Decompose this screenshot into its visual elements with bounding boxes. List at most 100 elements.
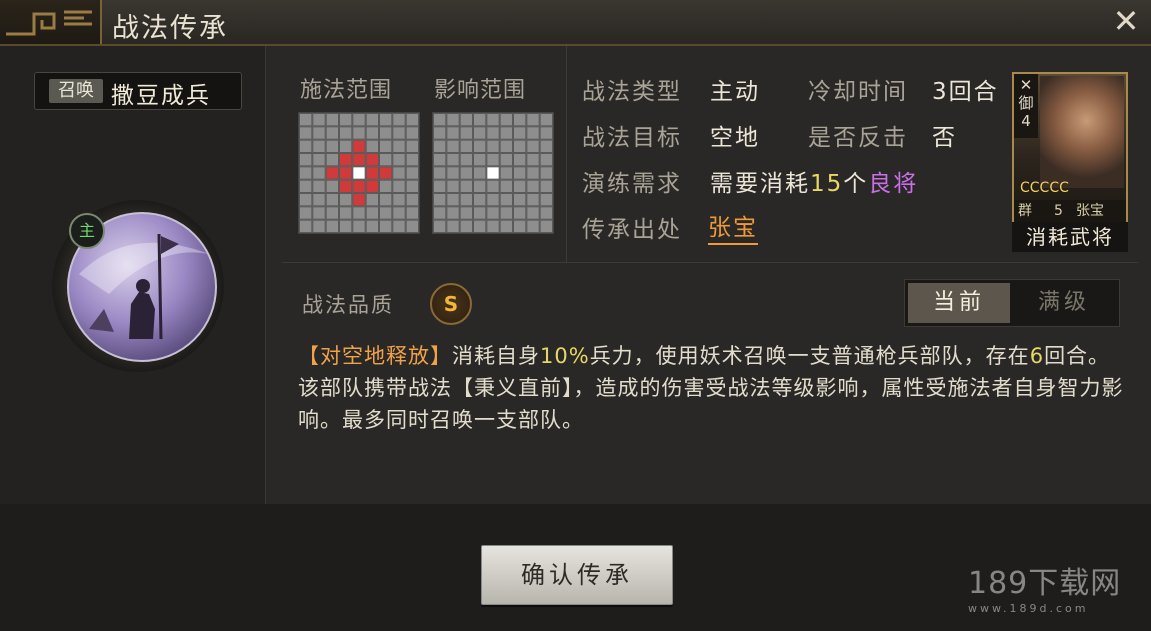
grid-cell <box>526 219 540 233</box>
grid-cell <box>299 153 313 167</box>
grid-cell <box>325 113 339 127</box>
grid-cell <box>539 166 553 180</box>
grid-cell <box>486 219 500 233</box>
grid-cell <box>473 113 487 127</box>
grid-cell <box>446 153 460 167</box>
grid-cell <box>325 219 339 233</box>
grid-cell <box>446 166 460 180</box>
title-ornament <box>0 0 102 44</box>
grid-cell <box>499 179 513 193</box>
grid-cell <box>352 153 366 167</box>
cooldown-label: 冷却时间 <box>808 79 908 105</box>
grid-cell <box>352 219 366 233</box>
grid-cell <box>433 113 447 127</box>
grid-cell <box>352 113 366 127</box>
general-portrait <box>1040 76 1124 188</box>
grid-cell <box>459 219 473 233</box>
confirm-inherit-button[interactable]: 确认传承 <box>481 545 673 605</box>
level-toggle: 当前 满级 <box>904 279 1120 327</box>
grid-cell <box>392 139 406 153</box>
grid-cell <box>459 206 473 220</box>
grid-cell <box>499 126 513 140</box>
grid-cell <box>446 126 460 140</box>
grid-cell <box>325 179 339 193</box>
grid-cell <box>433 193 447 207</box>
grid-cell <box>365 126 379 140</box>
grid-cell <box>325 153 339 167</box>
grid-cell <box>539 193 553 207</box>
grid-cell <box>539 153 553 167</box>
grid-cell <box>312 139 326 153</box>
grid-cell <box>513 153 527 167</box>
general-name: 张宝 <box>1076 203 1104 219</box>
grid-cell <box>486 206 500 220</box>
grid-cell <box>433 206 447 220</box>
grid-cell <box>339 113 353 127</box>
grid-cell <box>379 179 393 193</box>
grid-cell <box>392 206 406 220</box>
grid-cell <box>473 139 487 153</box>
general-card[interactable]: ✕ 御 4 CCCCC 群 5 张宝 <box>1012 72 1128 224</box>
grid-cell <box>365 139 379 153</box>
grid-cell <box>526 206 540 220</box>
grid-cell <box>539 139 553 153</box>
grid-cell <box>459 113 473 127</box>
grid-cell <box>473 179 487 193</box>
grid-cell <box>473 193 487 207</box>
requirement-count: 15 <box>810 171 844 197</box>
grid-cell <box>433 139 447 153</box>
grid-cell <box>365 219 379 233</box>
description-part-2: 兵力，使用妖术召唤一支普通枪兵部队，存在 <box>589 344 1030 368</box>
close-button[interactable]: ✕ <box>1111 5 1141 37</box>
grid-cell <box>379 113 393 127</box>
grid-cell <box>312 219 326 233</box>
divider <box>282 262 1138 263</box>
source-general-link[interactable]: 张宝 <box>708 208 758 245</box>
grid-cell <box>352 193 366 207</box>
grid-cell <box>446 179 460 193</box>
quality-grade-badge: S <box>430 283 472 325</box>
requirement-prefix: 需要消耗 <box>710 171 810 197</box>
grid-cell <box>325 139 339 153</box>
effect-range-grid <box>432 112 554 234</box>
grid-cell <box>392 179 406 193</box>
grid-cell <box>325 166 339 180</box>
grid-cell <box>526 113 540 127</box>
grid-cell <box>513 219 527 233</box>
grid-cell <box>473 206 487 220</box>
grid-cell <box>392 126 406 140</box>
requirement-value: 需要消耗15个良将 <box>710 164 918 198</box>
counter-value: 否 <box>932 125 957 151</box>
grid-cell <box>352 179 366 193</box>
grid-cell <box>312 113 326 127</box>
grid-cell <box>379 219 393 233</box>
grid-cell <box>539 206 553 220</box>
grid-cell <box>352 206 366 220</box>
grid-cell <box>299 206 313 220</box>
grid-cell <box>446 219 460 233</box>
skill-type-value: 主动 <box>710 79 760 105</box>
current-level-tab[interactable]: 当前 <box>908 283 1010 323</box>
grid-cell <box>433 126 447 140</box>
skill-type-label: 战法类型 <box>582 79 682 105</box>
main-skill-badge: 主 <box>69 213 105 249</box>
source-label: 传承出处 <box>582 217 682 243</box>
grid-cell <box>392 219 406 233</box>
description-part-1: 消耗自身 <box>452 344 540 368</box>
skill-description: 【对空地释放】消耗自身10%兵力，使用妖术召唤一支普通枪兵部队，存在6回合。该部… <box>298 340 1128 436</box>
skill-name: 撒豆成兵 <box>111 83 211 109</box>
grid-cell <box>499 193 513 207</box>
general-cost: 5 <box>1054 203 1063 219</box>
grid-cell <box>405 219 419 233</box>
grid-cell <box>405 126 419 140</box>
grid-cell <box>405 153 419 167</box>
max-level-tab[interactable]: 满级 <box>1013 283 1115 323</box>
grid-cell <box>486 166 500 180</box>
description-percent: 10% <box>540 344 590 368</box>
grid-cell <box>459 139 473 153</box>
grid-cell <box>379 126 393 140</box>
grid-cell <box>433 219 447 233</box>
grid-cell <box>513 139 527 153</box>
grid-cell <box>405 206 419 220</box>
faction-icon: ✕ <box>1019 76 1033 94</box>
